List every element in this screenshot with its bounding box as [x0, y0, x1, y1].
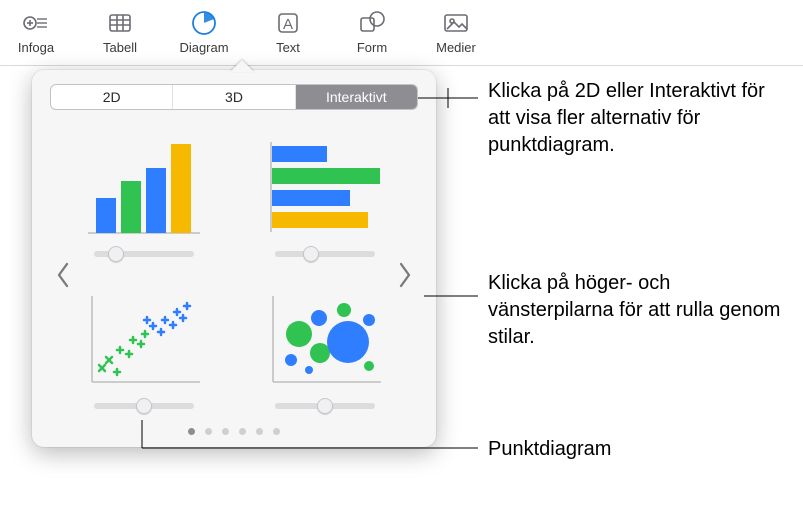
- bar-chart-preview: [265, 138, 385, 236]
- slider-knob[interactable]: [317, 398, 333, 414]
- gallery-prev-arrow[interactable]: [50, 262, 76, 288]
- tab-3d[interactable]: 3D: [173, 85, 295, 109]
- column-slider[interactable]: [94, 246, 194, 260]
- chart-thumb-bar[interactable]: [257, 138, 392, 260]
- slider-track: [275, 251, 375, 257]
- callout-tabs: Klicka på 2D eller Interaktivt för att v…: [488, 78, 788, 159]
- chart-thumb-bubble[interactable]: [257, 290, 392, 412]
- toolbar-table[interactable]: Tabell: [92, 6, 148, 55]
- scatter-slider[interactable]: [94, 398, 194, 412]
- toolbar-shape[interactable]: Form: [344, 6, 400, 55]
- page-dot-2[interactable]: [205, 428, 212, 435]
- bar-slider[interactable]: [275, 246, 375, 260]
- chevron-left-icon: [56, 262, 70, 288]
- svg-text:A: A: [283, 16, 293, 33]
- chart-thumb-column[interactable]: [76, 138, 211, 260]
- toolbar-media-label: Medier: [436, 40, 476, 55]
- column-chart-preview: [84, 138, 204, 236]
- bubble-slider[interactable]: [275, 398, 375, 412]
- popover-arrow: [230, 60, 254, 72]
- slider-knob[interactable]: [303, 246, 319, 262]
- chart-gallery: [50, 138, 418, 412]
- callout-arrows: Klicka på höger- och vänsterpilarna för …: [488, 270, 788, 351]
- chart-thumb-scatter[interactable]: [76, 290, 211, 412]
- toolbar-table-label: Tabell: [103, 40, 137, 55]
- toolbar-insert[interactable]: Infoga: [8, 6, 64, 55]
- page-dot-3[interactable]: [222, 428, 229, 435]
- chevron-right-icon: [398, 262, 412, 288]
- page-dots: [50, 428, 418, 435]
- toolbar-media[interactable]: Medier: [428, 6, 484, 55]
- tab-2d[interactable]: 2D: [51, 85, 173, 109]
- page-dot-5[interactable]: [256, 428, 263, 435]
- callout-scatter: Punktdiagram: [488, 436, 788, 463]
- pie-icon: [189, 8, 219, 38]
- tab-interactive[interactable]: Interaktivt: [296, 85, 417, 109]
- media-icon: [441, 8, 471, 38]
- gallery-next-arrow[interactable]: [392, 262, 418, 288]
- popover-body: 2D 3D Interaktivt: [32, 70, 436, 447]
- toolbar-text-label: Text: [276, 40, 300, 55]
- shapes-icon: [357, 8, 387, 38]
- scatter-chart-preview: [84, 290, 204, 388]
- insert-icon: [21, 8, 51, 38]
- toolbar-shape-label: Form: [357, 40, 387, 55]
- page-dot-1[interactable]: [188, 428, 195, 435]
- table-icon: [105, 8, 135, 38]
- slider-knob[interactable]: [136, 398, 152, 414]
- page-dot-6[interactable]: [273, 428, 280, 435]
- toolbar: Infoga Tabell Diagram A Text Form Medier: [0, 0, 803, 66]
- page-dot-4[interactable]: [239, 428, 246, 435]
- toolbar-chart-label: Diagram: [179, 40, 228, 55]
- chart-popover: 2D 3D Interaktivt: [32, 70, 436, 447]
- chart-type-tabs: 2D 3D Interaktivt: [50, 84, 418, 110]
- toolbar-text[interactable]: A Text: [260, 6, 316, 55]
- slider-knob[interactable]: [108, 246, 124, 262]
- toolbar-insert-label: Infoga: [18, 40, 54, 55]
- text-icon: A: [273, 8, 303, 38]
- gallery-grid: [76, 138, 392, 412]
- toolbar-chart[interactable]: Diagram: [176, 6, 232, 55]
- bubble-chart-preview: [265, 290, 385, 388]
